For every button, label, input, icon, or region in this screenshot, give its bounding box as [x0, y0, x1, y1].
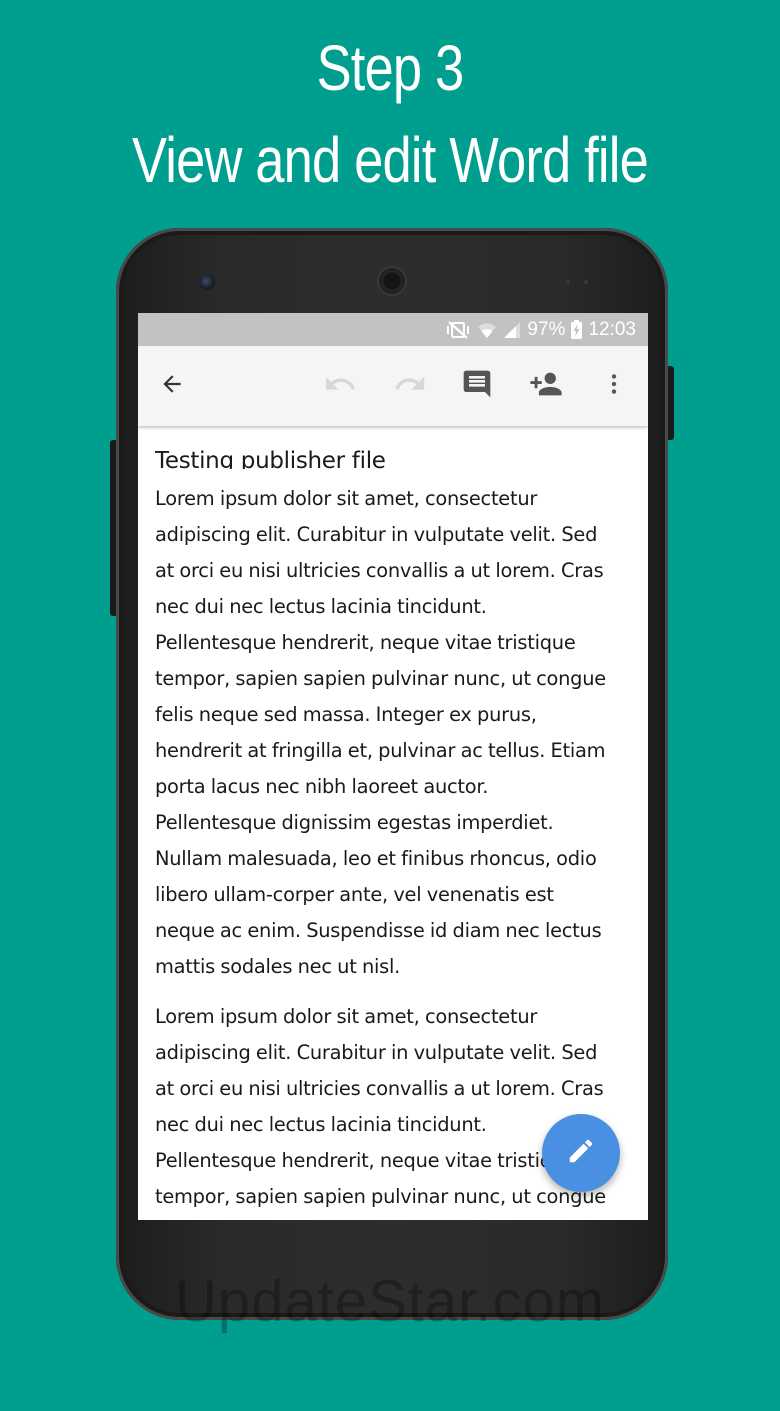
- comment-icon: [461, 368, 493, 405]
- document-line: mattis sodales nec ut nisl.: [155, 955, 401, 978]
- status-time: 12:03: [588, 318, 636, 340]
- editor-toolbar: [138, 346, 648, 426]
- document-line: Nullam malesuada, leo et finibus rhoncus…: [155, 847, 597, 870]
- signal-icon: [503, 321, 521, 339]
- undo-icon: [323, 367, 357, 406]
- phone-sensor: [566, 280, 570, 284]
- phone-earpiece: [377, 266, 407, 296]
- document-line: hendrerit at fringilla et, pulvinar ac t…: [155, 739, 606, 762]
- document-line: at orci eu nisi ultricies convallis a ut…: [155, 559, 604, 582]
- comment-button[interactable]: [453, 362, 501, 410]
- document-line: Pellentesque dignissim egestas imperdiet…: [155, 811, 554, 834]
- headline-caption: View and edit Word file: [132, 124, 649, 196]
- phone-screen: 97% 12:03 Testing publisher file Lorem i…: [138, 313, 648, 1220]
- headline-step: Step 3: [316, 32, 465, 104]
- more-options-button[interactable]: [590, 362, 638, 410]
- document-line: at orci eu nisi ultricies convallis a ut…: [155, 1077, 604, 1100]
- document-line: Lorem ipsum dolor sit amet, consectetur: [155, 487, 538, 510]
- document-line: libero ullam-corper ante, vel venenatis …: [155, 883, 554, 906]
- edit-fab-button[interactable]: [542, 1114, 620, 1192]
- document-line: Lorem ipsum dolor sit amet, consectetur: [155, 1005, 538, 1028]
- pencil-icon: [566, 1136, 596, 1171]
- phone-sensor: [584, 280, 588, 284]
- share-add-person-button[interactable]: [522, 362, 570, 410]
- document-line: adipiscing elit. Curabitur in vulputate …: [155, 1041, 598, 1064]
- undo-button[interactable]: [316, 362, 364, 410]
- document-line: felis neque sed massa. Integer ex purus,: [155, 703, 537, 726]
- document-line: neque ac enim. Suspendisse id diam nec l…: [155, 919, 602, 942]
- status-bar: 97% 12:03: [138, 313, 648, 346]
- document-line: nec dui nec lectus lacinia tincidunt.: [155, 595, 487, 618]
- promo-headline: Step 3 View and edit Word file: [70, 22, 710, 206]
- front-camera: [199, 274, 215, 290]
- redo-icon: [393, 367, 427, 406]
- battery-charging-icon: [571, 320, 583, 339]
- mute-vibrate-icon: [445, 320, 471, 340]
- document-line: adipiscing elit. Curabitur in vulputate …: [155, 523, 598, 546]
- add-person-icon: [529, 367, 563, 406]
- document-paragraph: Lorem ipsum dolor sit amet, consectetur a…: [155, 481, 635, 985]
- document-title: Testing publisher file: [155, 448, 386, 469]
- wifi-icon: [477, 321, 497, 339]
- battery-percent: 97%: [527, 318, 566, 340]
- document-line: Pellentesque hendrerit, neque vitae tris…: [155, 631, 576, 654]
- back-button[interactable]: [148, 362, 196, 410]
- document-line: porta lacus nec nibh laoreet auctor.: [155, 775, 489, 798]
- document-line: tempor, sapien sapien pulvinar nunc, ut …: [155, 667, 606, 690]
- back-arrow-icon: [159, 371, 185, 402]
- watermark: UpdateStar.com: [175, 1269, 605, 1334]
- document-body[interactable]: Testing publisher file Lorem ipsum dolor…: [155, 433, 635, 1215]
- more-vert-icon: [601, 371, 627, 402]
- redo-button[interactable]: [386, 362, 434, 410]
